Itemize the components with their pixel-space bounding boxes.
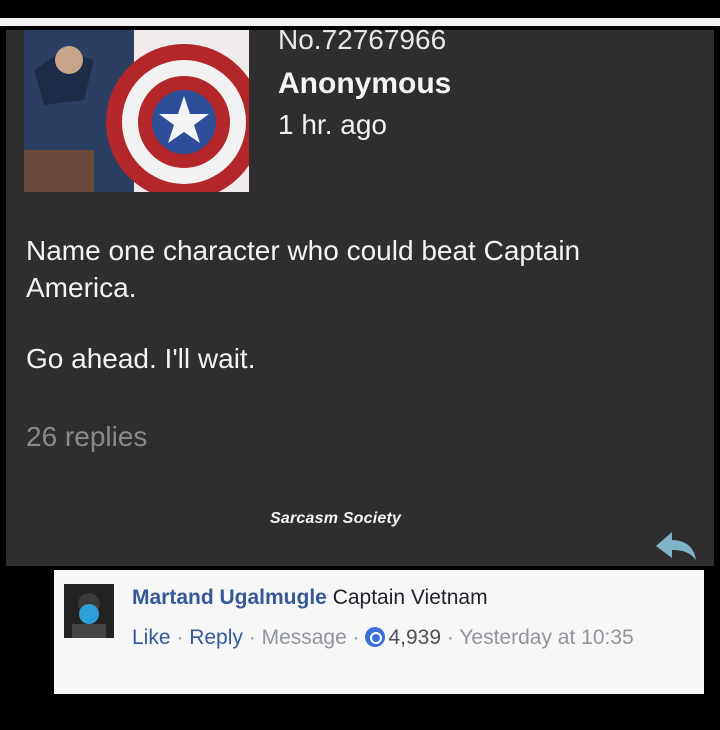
avatar-image [64,584,114,638]
separator: · [446,626,460,649]
comment-text: Captain Vietnam [332,586,488,609]
reply-button[interactable] [652,526,700,566]
watermark: Sarcasm Society [270,510,402,527]
post-body: Name one character who could beat Captai… [26,232,686,411]
post-body-line: Name one character who could beat Captai… [26,235,581,303]
author-name[interactable]: Anonymous [278,67,451,101]
captain-america-thumbnail [24,30,249,192]
separator: · [352,626,366,649]
reply-arrow-icon [656,532,696,560]
comment-text-line: Martand Ugalmugle Captain Vietnam [132,586,488,610]
like-count: 4,939 [388,626,442,649]
replies-count[interactable]: 26 replies [26,421,147,453]
separator: · [248,626,262,649]
post-card: No.72767966 Anonymous 1 hr. ago Name one… [6,24,714,566]
like-link[interactable]: Like [132,626,171,649]
like-icon [365,627,386,647]
post-thumbnail[interactable] [24,30,249,192]
reply-link[interactable]: Reply [189,626,243,649]
comment-actions: Like · Reply · Message · 4,939 · Yesterd… [132,622,692,653]
commenter-name[interactable]: Martand Ugalmugle [132,586,327,609]
commenter-avatar[interactable] [64,584,114,638]
separator: · [176,626,190,649]
message-link[interactable]: Message [262,626,347,649]
comment-timestamp: Yesterday at 10:35 [459,626,634,649]
comment-box: Martand Ugalmugle Captain Vietnam Like ·… [54,570,704,694]
post-number: No.72767966 [278,24,447,55]
post-time: 1 hr. ago [278,109,387,140]
bottom-band [0,696,720,730]
post-body-line: Go ahead. I'll wait. [26,343,256,374]
